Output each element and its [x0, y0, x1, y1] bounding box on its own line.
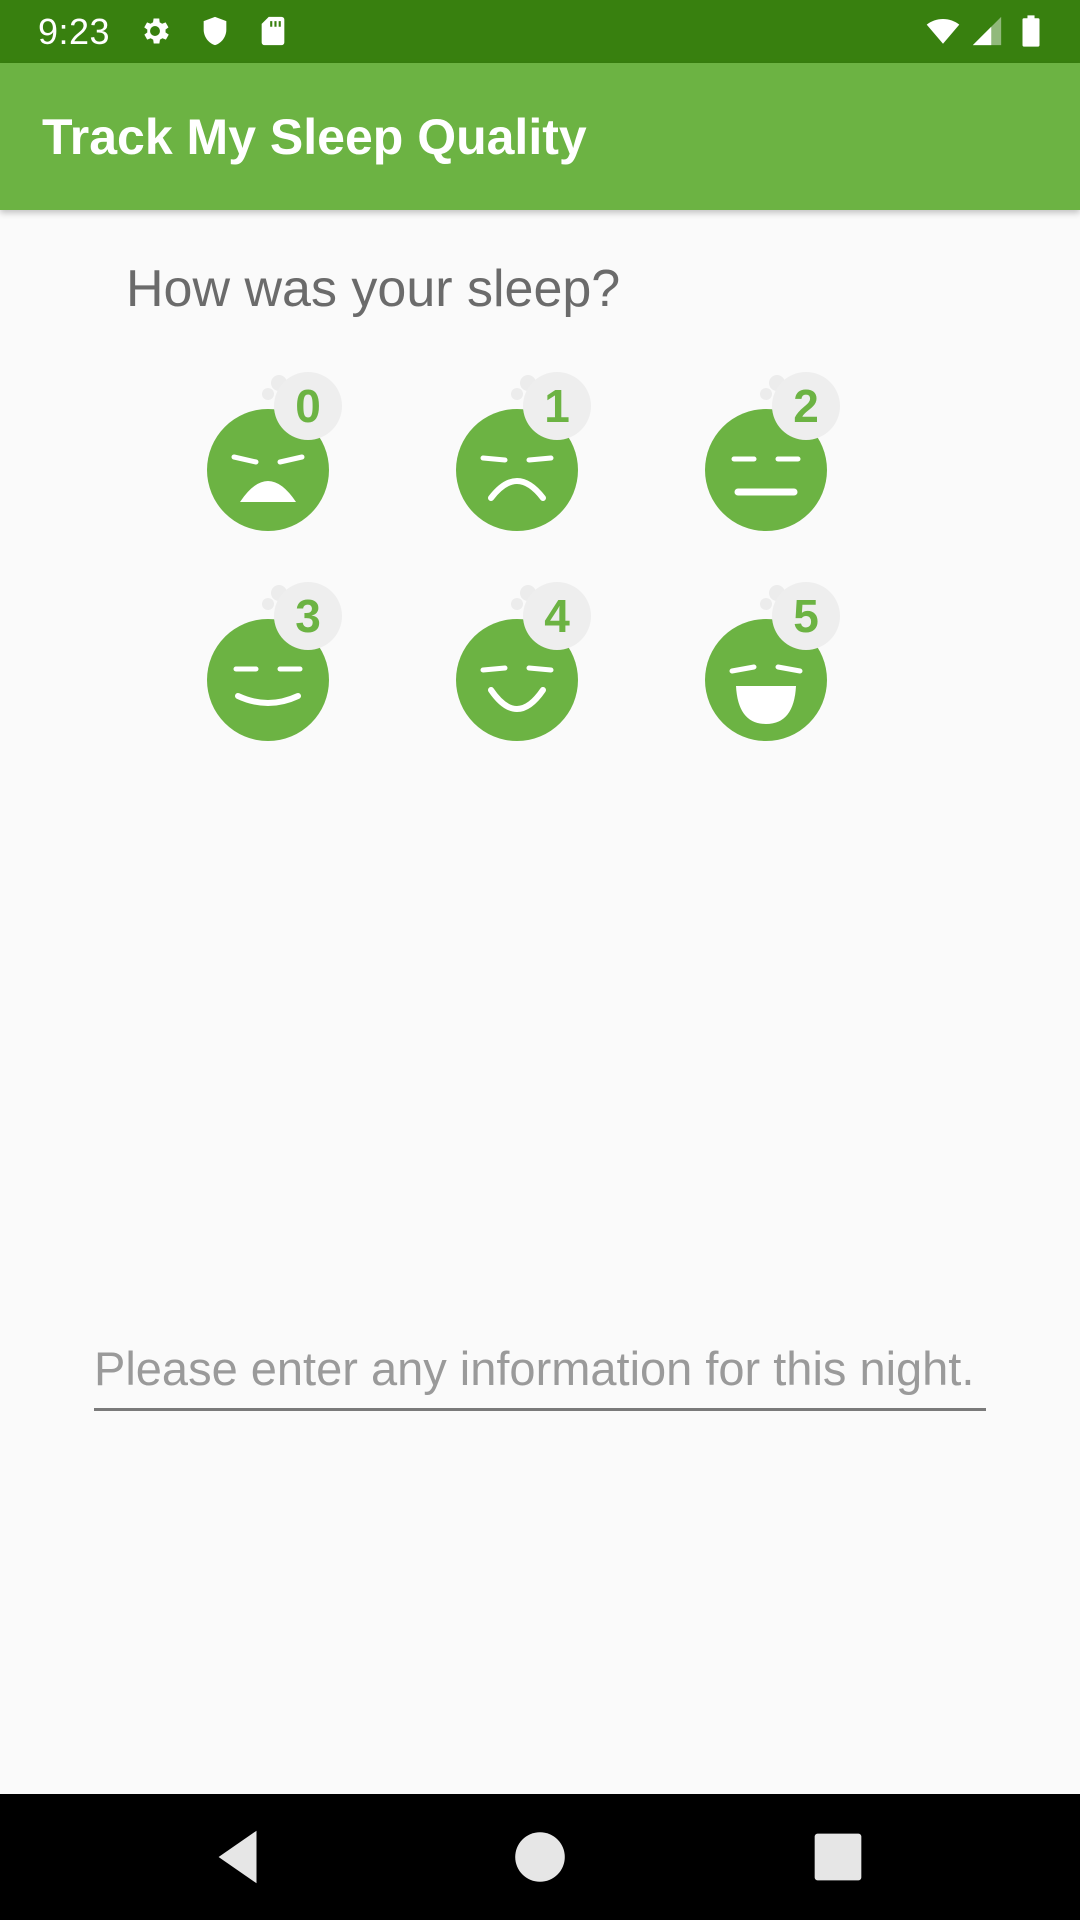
status-bar: 9:23: [0, 0, 1080, 63]
rating-number-1: 1: [544, 380, 570, 432]
gear-icon: [138, 14, 172, 48]
rating-number-0: 0: [295, 380, 321, 432]
rating-option-2[interactable]: 2: [674, 364, 858, 544]
sleep-question: How was your sleep?: [126, 260, 621, 318]
rating-option-4[interactable]: 4: [425, 574, 609, 754]
wifi-icon: [922, 14, 964, 48]
rating-number-4: 4: [544, 590, 570, 642]
app-title: Track My Sleep Quality: [42, 109, 587, 165]
home-icon[interactable]: [505, 1822, 575, 1892]
battery-icon: [1016, 14, 1046, 48]
rating-option-0[interactable]: 0: [176, 364, 360, 544]
back-icon[interactable]: [204, 1822, 274, 1892]
rating-number-5: 5: [793, 590, 819, 642]
recents-icon[interactable]: [803, 1822, 873, 1892]
notes-input[interactable]: [94, 1332, 986, 1404]
rating-option-3[interactable]: 3: [176, 574, 360, 754]
rating-number-2: 2: [793, 380, 819, 432]
rating-number-3: 3: [295, 590, 321, 642]
app-bar: Track My Sleep Quality: [0, 63, 1080, 210]
rating-option-5[interactable]: 5: [674, 574, 858, 754]
cell-signal-icon: [970, 14, 1004, 48]
notes-field: [94, 1332, 986, 1411]
sd-card-icon: [256, 14, 290, 48]
navigation-bar: [0, 1794, 1080, 1920]
rating-option-1[interactable]: 1: [425, 364, 609, 544]
status-time: 9:23: [38, 11, 111, 52]
shield-icon: [198, 14, 232, 48]
